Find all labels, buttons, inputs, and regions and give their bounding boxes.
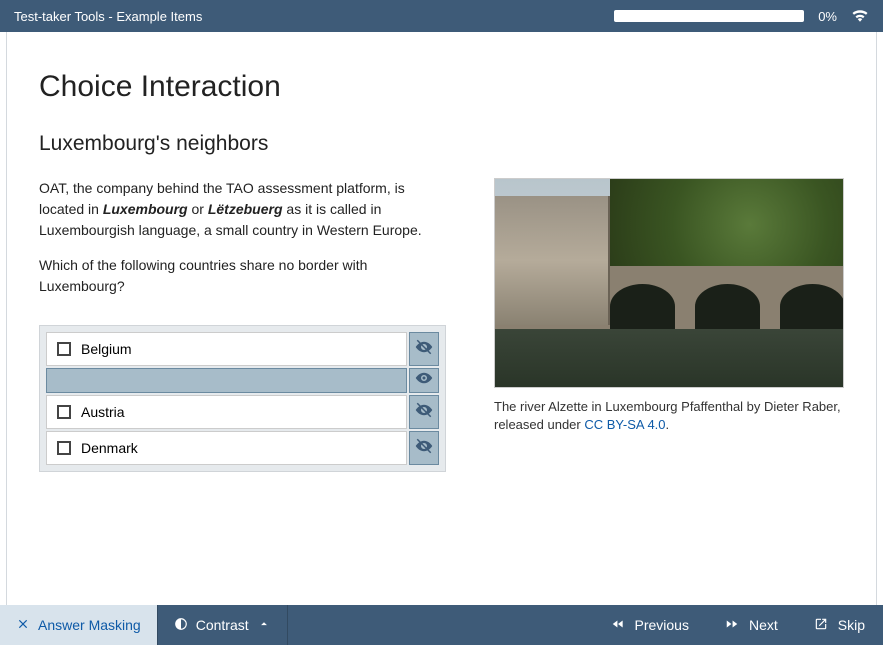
wifi-icon — [851, 8, 869, 25]
license-link[interactable]: CC BY-SA 4.0 — [584, 417, 665, 432]
question-text: Which of the following countries share n… — [39, 255, 446, 297]
passage-text: OAT, the company behind the TAO assessme… — [39, 178, 446, 241]
next-label: Next — [749, 617, 778, 633]
previous-label: Previous — [635, 617, 689, 633]
previous-button[interactable]: Previous — [593, 605, 707, 645]
progress-percent: 0% — [818, 9, 837, 24]
choice-label: Austria — [81, 404, 125, 420]
mask-toggle-button[interactable] — [409, 431, 439, 465]
next-button[interactable]: Next — [707, 605, 796, 645]
external-link-icon — [814, 617, 828, 634]
content-area: Choice Interaction Luxembourg's neighbor… — [6, 32, 877, 605]
eye-slash-icon — [415, 401, 433, 424]
chevron-up-icon — [257, 617, 271, 634]
checkbox-icon — [57, 405, 71, 419]
choice-option[interactable]: Belgium — [46, 332, 407, 366]
choice-label: Denmark — [81, 440, 138, 456]
choice-option[interactable]: Austria — [46, 395, 407, 429]
answer-masking-label: Answer Masking — [38, 617, 141, 633]
contrast-icon — [174, 617, 188, 634]
rewind-icon — [611, 617, 625, 634]
footer-toolbar: Answer Masking Contrast Previous Next Sk… — [0, 605, 883, 645]
skip-label: Skip — [838, 617, 865, 633]
choice-row: Denmark — [46, 431, 439, 465]
choice-list: Belgium — [39, 325, 446, 472]
eye-icon — [415, 369, 433, 392]
mask-toggle-button[interactable] — [409, 368, 439, 393]
eye-slash-icon — [415, 437, 433, 460]
header-bar: Test-taker Tools - Example Items 0% — [0, 0, 883, 32]
checkbox-icon — [57, 441, 71, 455]
eye-slash-icon — [415, 338, 433, 361]
choice-row: Austria — [46, 395, 439, 429]
page-title: Choice Interaction — [39, 70, 844, 104]
choice-row — [46, 368, 439, 393]
answer-masking-button[interactable]: Answer Masking — [0, 605, 158, 645]
contrast-label: Contrast — [196, 617, 249, 633]
mask-toggle-button[interactable] — [409, 332, 439, 366]
choice-option-masked[interactable] — [46, 368, 407, 393]
skip-button[interactable]: Skip — [796, 605, 883, 645]
forward-icon — [725, 617, 739, 634]
checkbox-icon — [57, 342, 71, 356]
image-caption: The river Alzette in Luxembourg Pfaffent… — [494, 398, 844, 434]
header-title: Test-taker Tools - Example Items — [14, 9, 202, 24]
choice-option[interactable]: Denmark — [46, 431, 407, 465]
choice-row: Belgium — [46, 332, 439, 366]
choice-label: Belgium — [81, 341, 132, 357]
section-title: Luxembourg's neighbors — [39, 132, 844, 156]
contrast-button[interactable]: Contrast — [158, 605, 288, 645]
close-icon — [16, 617, 30, 634]
progress-bar — [614, 10, 804, 22]
passage-image — [494, 178, 844, 388]
header-right: 0% — [614, 8, 869, 25]
mask-toggle-button[interactable] — [409, 395, 439, 429]
